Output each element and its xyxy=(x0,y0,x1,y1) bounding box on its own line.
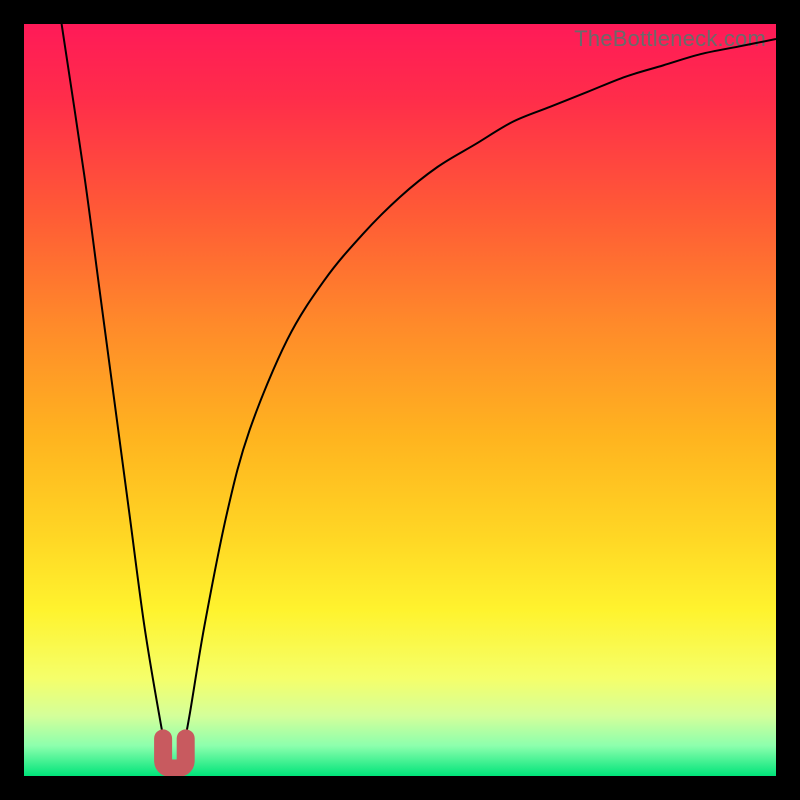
dip-marker xyxy=(163,738,186,768)
bottleneck-curve xyxy=(62,24,776,768)
plot-area: TheBottleneck.com xyxy=(24,24,776,776)
chart-frame: TheBottleneck.com xyxy=(0,0,800,800)
chart-svg xyxy=(24,24,776,776)
